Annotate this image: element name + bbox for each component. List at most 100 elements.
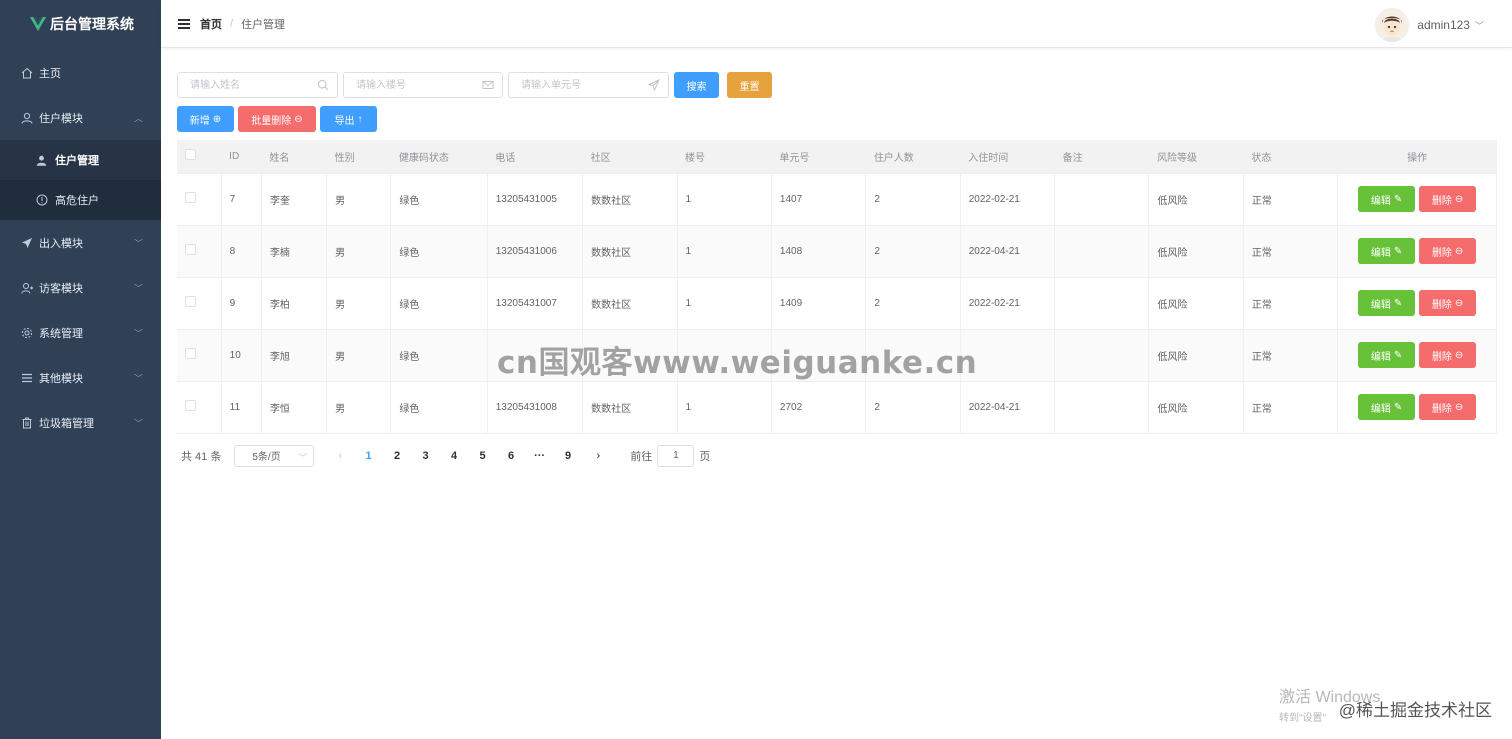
column-header: 社区 [582, 140, 678, 174]
column-header: 操作 [1337, 140, 1497, 174]
next-page-button[interactable]: › [584, 450, 612, 462]
chevron-down-icon: ﹀ [133, 328, 143, 338]
row-select-cell [177, 381, 222, 434]
row-checkbox[interactable] [185, 400, 196, 411]
edit-pen-icon: ✎ [1393, 245, 1403, 257]
unit-search-input[interactable] [509, 73, 668, 97]
cell-community: 数数社区 [582, 381, 678, 434]
edit-button[interactable]: 编辑 ✎ [1358, 186, 1416, 212]
chevron-down-icon: ﹀ [133, 283, 143, 293]
submenu-item-high-risk[interactable]: 高危住户 [0, 180, 161, 220]
page-number[interactable]: 9 [554, 450, 583, 462]
delete-button-label: 删除 [1431, 351, 1452, 363]
username: admin123 [1417, 18, 1470, 32]
menu-item-residents[interactable]: 住户模块 ︿ [0, 95, 161, 140]
menu-item-access[interactable]: 出入模块 ﹀ [0, 220, 161, 265]
cell-health-code: 绿色 [390, 381, 488, 434]
goto-page-input[interactable] [657, 444, 695, 467]
building-search-input[interactable] [344, 73, 502, 97]
edit-button[interactable]: 编辑 ✎ [1358, 238, 1416, 264]
cell-id: 11 [221, 381, 262, 434]
visitor-icon [20, 281, 33, 294]
cell-status: 正常 [1243, 225, 1339, 278]
chevron-up-icon: ︿ [133, 113, 143, 123]
app-logo[interactable]: 后台管理系统 [0, 0, 161, 48]
cell-name: 李柏 [261, 277, 328, 330]
edit-button[interactable]: 编辑 ✎ [1358, 394, 1416, 420]
breadcrumb-current: 住户管理 [241, 18, 286, 31]
delete-button[interactable]: 删除 ⊖ [1419, 394, 1477, 420]
edit-button[interactable]: 编辑 ✎ [1358, 290, 1416, 316]
row-checkbox[interactable] [185, 296, 196, 307]
add-button[interactable]: 新增 ⊕ [177, 106, 234, 132]
search-button[interactable]: 搜索 [674, 72, 719, 98]
menu-item-system[interactable]: 系统管理 ﹀ [0, 310, 161, 355]
edit-button[interactable]: 编辑 ✎ [1358, 342, 1416, 368]
cell-checkin-date [960, 329, 1056, 382]
page-ellipsis[interactable]: ··· [525, 450, 554, 462]
column-header: ID [221, 140, 262, 174]
user-dropdown[interactable]: admin123 ﹀ [1375, 8, 1484, 42]
reset-button[interactable]: 重置 [727, 72, 772, 98]
prev-page-button[interactable]: ‹ [326, 450, 354, 462]
cell-note [1054, 277, 1150, 330]
delete-button-label: 删除 [1431, 299, 1452, 311]
column-header: 单元号 [771, 140, 866, 174]
minus-circle-icon: ⊖ [294, 113, 303, 125]
row-checkbox[interactable] [185, 348, 196, 359]
export-button[interactable]: 导出 ↑ [320, 106, 377, 132]
residents-table: ID 姓名 性别 健康码状态 电话 社区 楼号 单元号 住户人数 入住时间 备注… [177, 140, 1497, 434]
page-number[interactable]: 4 [440, 450, 469, 462]
table-row: 9 李柏男绿色 13205431007 数数社区 1 1409 2 2022-02-21 低风险… [177, 277, 1497, 330]
cell-name: 李旭 [261, 329, 328, 382]
main-content: 搜索 重置 新增 ⊕ 批量删除 ⊖ 导出 ↑ ID 姓名 性别 健康码状态 [177, 72, 1497, 468]
page-number[interactable]: 1 [354, 450, 383, 462]
page-number[interactable]: 6 [497, 450, 526, 462]
cell-status: 正常 [1243, 173, 1339, 226]
column-header: 状态 [1243, 140, 1338, 174]
column-header: 住户人数 [865, 140, 961, 174]
export-button-label: 导出 [334, 115, 355, 127]
select-all-checkbox[interactable] [185, 149, 196, 161]
menu-item-label: 主页 [39, 67, 61, 80]
cell-risk-level: 低风险 [1148, 225, 1244, 278]
delete-button[interactable]: 删除 ⊖ [1419, 342, 1477, 368]
hamburger-menu-icon[interactable] [178, 18, 190, 30]
menu-item-trash[interactable]: 垃圾箱管理 ﹀ [0, 400, 161, 445]
table-row: 7 李奎男绿色 13205431005 数数社区 1 1407 2 2022-02-21 低风险… [177, 173, 1497, 226]
edit-button-label: 编辑 [1370, 299, 1391, 311]
row-select-cell [177, 225, 222, 278]
column-header: 入住时间 [960, 140, 1055, 174]
menu-item-label: 住户模块 [39, 112, 83, 125]
cell-residents: 2 [865, 225, 961, 278]
page-number[interactable]: 5 [468, 450, 497, 462]
batch-delete-button[interactable]: 批量删除 ⊖ [238, 106, 316, 132]
submenu-item-resident-management[interactable]: 住户管理 [0, 140, 161, 180]
column-header: 备注 [1054, 140, 1149, 174]
cell-unit: 2702 [771, 381, 867, 434]
row-select-cell [177, 173, 222, 226]
cell-phone: 13205431005 [487, 173, 584, 226]
breadcrumb-home-link[interactable]: 首页 [200, 16, 222, 32]
cell-note [1054, 225, 1150, 278]
cell-community: 数数社区 [582, 225, 678, 278]
row-checkbox[interactable] [185, 192, 196, 203]
cell-community: 数数社区 [582, 173, 678, 226]
row-checkbox[interactable] [185, 244, 196, 255]
edit-button-label: 编辑 [1370, 403, 1391, 415]
table-row: 8 李楠男绿色 13205431006 数数社区 1 1408 2 2022-04-21 低风险… [177, 225, 1497, 278]
delete-button[interactable]: 删除 ⊖ [1419, 290, 1477, 316]
name-search-input[interactable] [178, 73, 337, 97]
menu-item-home[interactable]: 主页 [0, 50, 161, 95]
page-number[interactable]: 2 [383, 450, 412, 462]
page-number[interactable]: 3 [411, 450, 440, 462]
delete-button[interactable]: 删除 ⊖ [1419, 186, 1477, 212]
submenu-item-label: 住户管理 [55, 155, 99, 167]
chevron-down-icon: ﹀ [133, 373, 143, 383]
delete-button[interactable]: 删除 ⊖ [1419, 238, 1477, 264]
arrow-up-icon: ↑ [357, 113, 363, 125]
page-size-value: 5条/页 [252, 452, 281, 463]
menu-item-other[interactable]: 其他模块 ﹀ [0, 355, 161, 400]
menu-item-visitors[interactable]: 访客模块 ﹀ [0, 265, 161, 310]
page-size-select[interactable]: 5条/页 ﹀ [234, 444, 315, 467]
